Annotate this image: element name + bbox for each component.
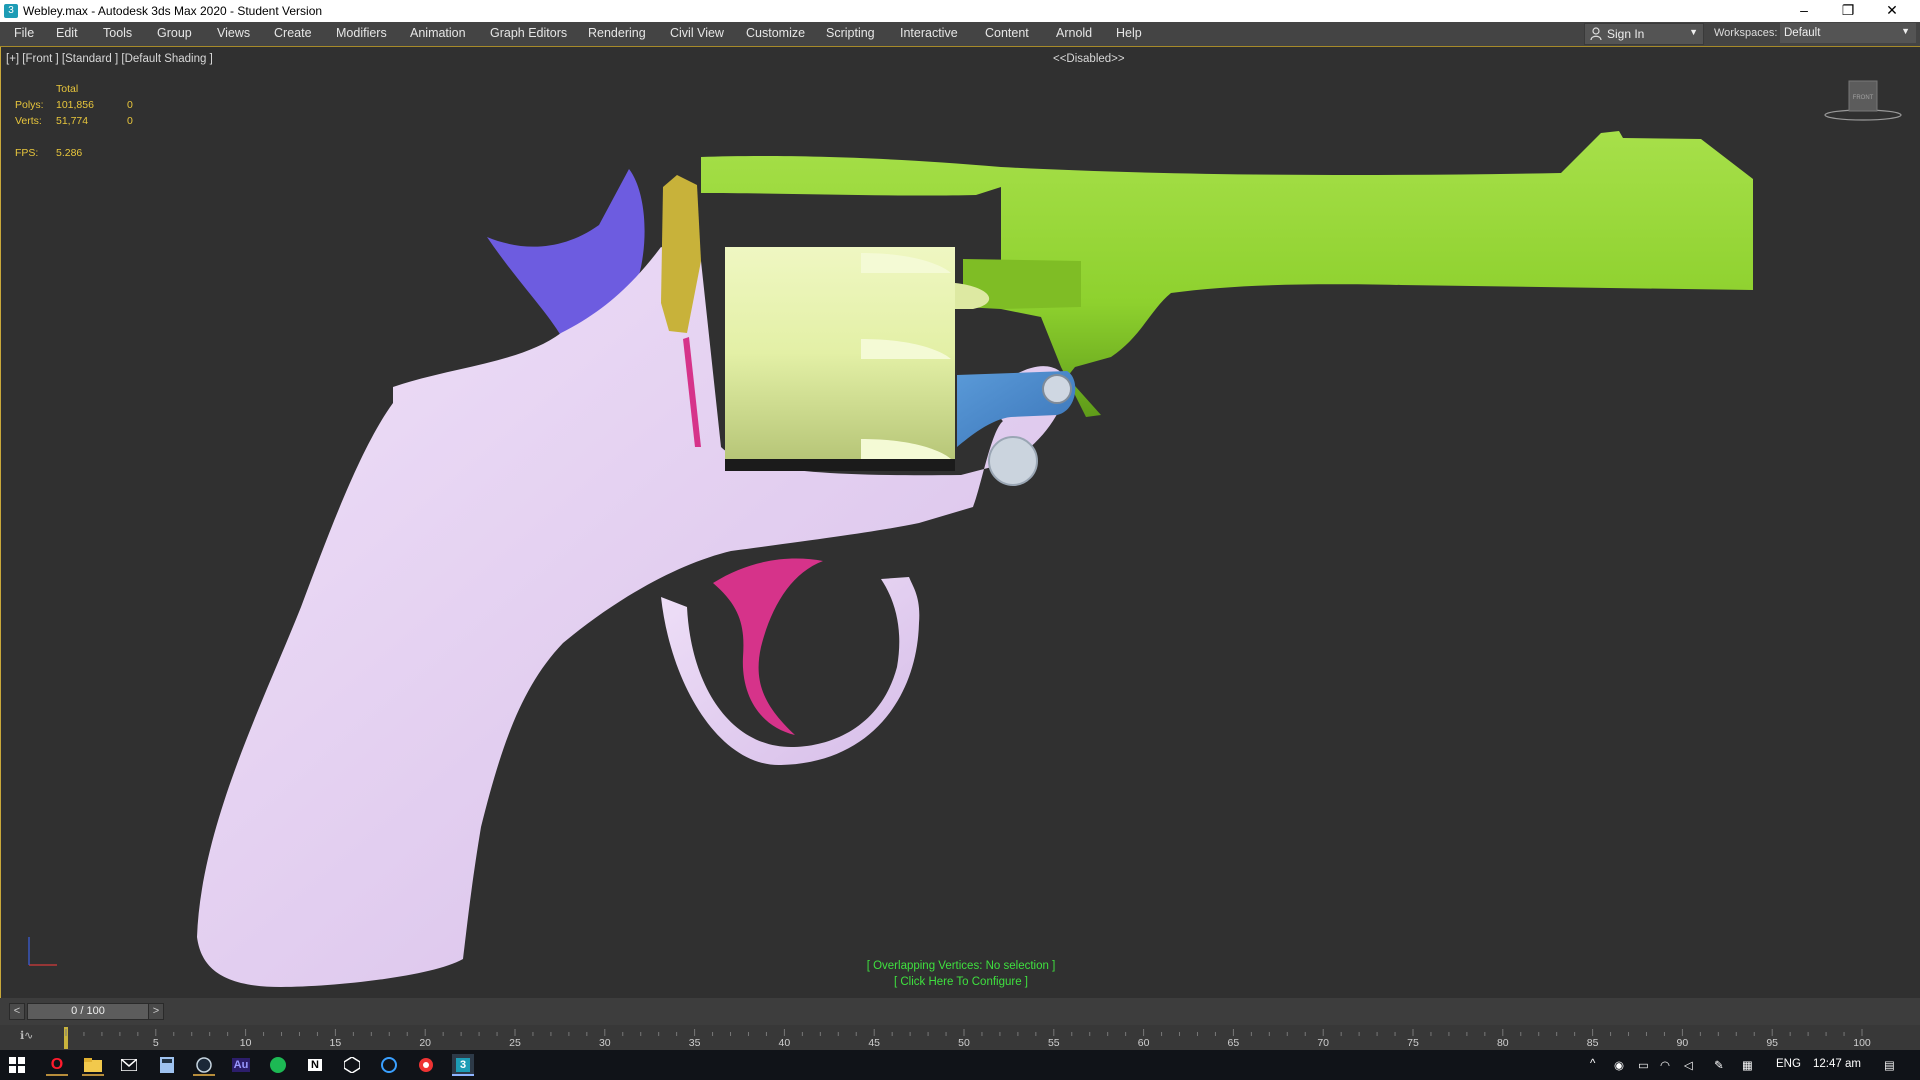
user-icon [1590, 27, 1602, 40]
trigger-part[interactable] [713, 558, 823, 735]
sign-in-button[interactable]: Sign In ▼ [1584, 23, 1704, 45]
overlap-configure-link[interactable]: [ Click Here To Configure ] [1, 976, 1920, 988]
front-viewport[interactable]: [+] [Front ] [Standard ] [Default Shadin… [0, 47, 1920, 998]
unity-icon[interactable] [341, 1054, 363, 1076]
menu-scripting[interactable]: Scripting [826, 26, 875, 40]
window-title: Webley.max - Autodesk 3ds Max 2020 - Stu… [23, 4, 323, 18]
tray-volume-icon[interactable]: ◁ [1684, 1058, 1693, 1072]
restore-button[interactable]: ❐ [1826, 0, 1870, 22]
opera-icon[interactable]: O [46, 1054, 68, 1076]
time-slider-thumb[interactable]: 0 / 100 [27, 1003, 149, 1020]
frame-tick-label: 30 [598, 1037, 611, 1049]
steam-icon[interactable] [193, 1054, 215, 1076]
start-icon[interactable] [6, 1054, 28, 1076]
revolver-model[interactable] [1, 47, 1920, 998]
menu-animation[interactable]: Animation [410, 26, 466, 40]
notification-icon[interactable]: ▤ [1884, 1058, 1895, 1072]
frame-tick-label: 35 [688, 1037, 701, 1049]
frame-tick-label: 15 [329, 1037, 342, 1049]
menu-help[interactable]: Help [1116, 26, 1142, 40]
frame-tick-label: 90 [1676, 1037, 1689, 1049]
tray-wifi-icon[interactable]: ◠ [1660, 1058, 1670, 1072]
copilot-icon[interactable] [378, 1054, 400, 1076]
workspaces-dropdown[interactable]: Default ▼ [1780, 23, 1916, 43]
menu-group[interactable]: Group [157, 26, 192, 40]
windows-taskbar: O Au N 3 ^ ◉ ▭ ◠ ◁ ✎ ▦ ENG 12:47 am ▤ [0, 1050, 1920, 1080]
tray-pen-icon[interactable]: ✎ [1714, 1058, 1724, 1072]
tray-battery-icon[interactable]: ▭ [1638, 1058, 1649, 1072]
next-frame-button[interactable]: > [148, 1003, 164, 1020]
frame-tick-label: 5 [152, 1037, 159, 1049]
frame-tick-label: 95 [1766, 1037, 1779, 1049]
tray-keyboard-icon[interactable]: ▦ [1742, 1058, 1753, 1072]
frame-tick-label: 70 [1317, 1037, 1330, 1049]
mail-icon[interactable] [118, 1054, 140, 1076]
title-bar: 3 Webley.max - Autodesk 3ds Max 2020 - S… [0, 0, 1920, 22]
tray-security-icon[interactable]: ◉ [1614, 1058, 1624, 1072]
menu-graph-editors[interactable]: Graph Editors [490, 26, 567, 40]
frame-tick-label: 40 [778, 1037, 791, 1049]
file-explorer-icon[interactable] [82, 1054, 104, 1076]
sign-in-label: Sign In [1607, 27, 1645, 41]
frame-tick-label: 60 [1137, 1037, 1150, 1049]
menu-bar: File Edit Tools Group Views Create Modif… [0, 22, 1920, 47]
menu-civil-view[interactable]: Civil View [670, 26, 724, 40]
menu-modifiers[interactable]: Modifiers [336, 26, 387, 40]
screw-upper [1042, 374, 1072, 404]
tray-chevron-icon[interactable]: ^ [1590, 1058, 1595, 1070]
3dsmax-app-icon[interactable]: 3 [4, 4, 18, 18]
menu-views[interactable]: Views [217, 26, 250, 40]
menu-file[interactable]: File [14, 26, 34, 40]
trigger-guard-part[interactable] [661, 577, 920, 766]
recorder-icon[interactable] [415, 1054, 437, 1076]
3dsmax-taskbar-icon[interactable]: 3 [452, 1054, 474, 1076]
menu-create[interactable]: Create [274, 26, 312, 40]
frame-tick-label: 55 [1047, 1037, 1060, 1049]
menu-customize[interactable]: Customize [746, 26, 805, 40]
menu-content[interactable]: Content [985, 26, 1029, 40]
overlapping-vertices-status: [ Overlapping Vertices: No selection ] [866, 960, 1056, 972]
frame-tick-label: 10 [239, 1037, 252, 1049]
menu-interactive[interactable]: Interactive [900, 26, 958, 40]
frame-tick-label: 85 [1586, 1037, 1599, 1049]
time-slider[interactable]: < 0 / 100 > [0, 998, 1920, 1025]
clock[interactable]: 12:47 am [1813, 1058, 1861, 1070]
frame-tick-label: 80 [1496, 1037, 1509, 1049]
menu-arnold[interactable]: Arnold [1056, 26, 1092, 40]
workspaces-value: Default [1784, 27, 1821, 39]
frame-tick-label: 75 [1407, 1037, 1419, 1049]
chevron-down-icon: ▼ [1689, 27, 1698, 37]
calculator-icon[interactable] [156, 1054, 178, 1076]
frame-tick-label: 45 [868, 1037, 881, 1049]
notion-icon[interactable]: N [304, 1054, 326, 1076]
workspaces-label: Workspaces: [1714, 27, 1778, 39]
frame-tick-label: 20 [419, 1037, 432, 1049]
audition-icon[interactable]: Au [230, 1054, 252, 1076]
previous-frame-button[interactable]: < [9, 1003, 25, 1020]
frame-tick-label: 25 [509, 1037, 521, 1049]
screw-lower [988, 436, 1038, 486]
close-button[interactable]: ✕ [1870, 0, 1914, 22]
menu-edit[interactable]: Edit [56, 26, 78, 40]
frame-tick-label: 100 [1853, 1037, 1871, 1049]
minimize-button[interactable]: – [1782, 0, 1826, 22]
frame-tick-label: 50 [958, 1037, 970, 1049]
chevron-down-icon: ▼ [1901, 26, 1910, 36]
spotify-icon[interactable] [267, 1054, 289, 1076]
cylinder-shadow [725, 459, 955, 471]
frame-tick-label: 65 [1227, 1037, 1240, 1049]
menu-rendering[interactable]: Rendering [588, 26, 646, 40]
track-bar[interactable]: ℹ∿ 5 10 15 20 25 30 35 40 45 50 55 60 65 70 75 80 85 90 95… [0, 1025, 1920, 1050]
menu-tools[interactable]: Tools [103, 26, 132, 40]
language-indicator[interactable]: ENG [1776, 1058, 1801, 1070]
